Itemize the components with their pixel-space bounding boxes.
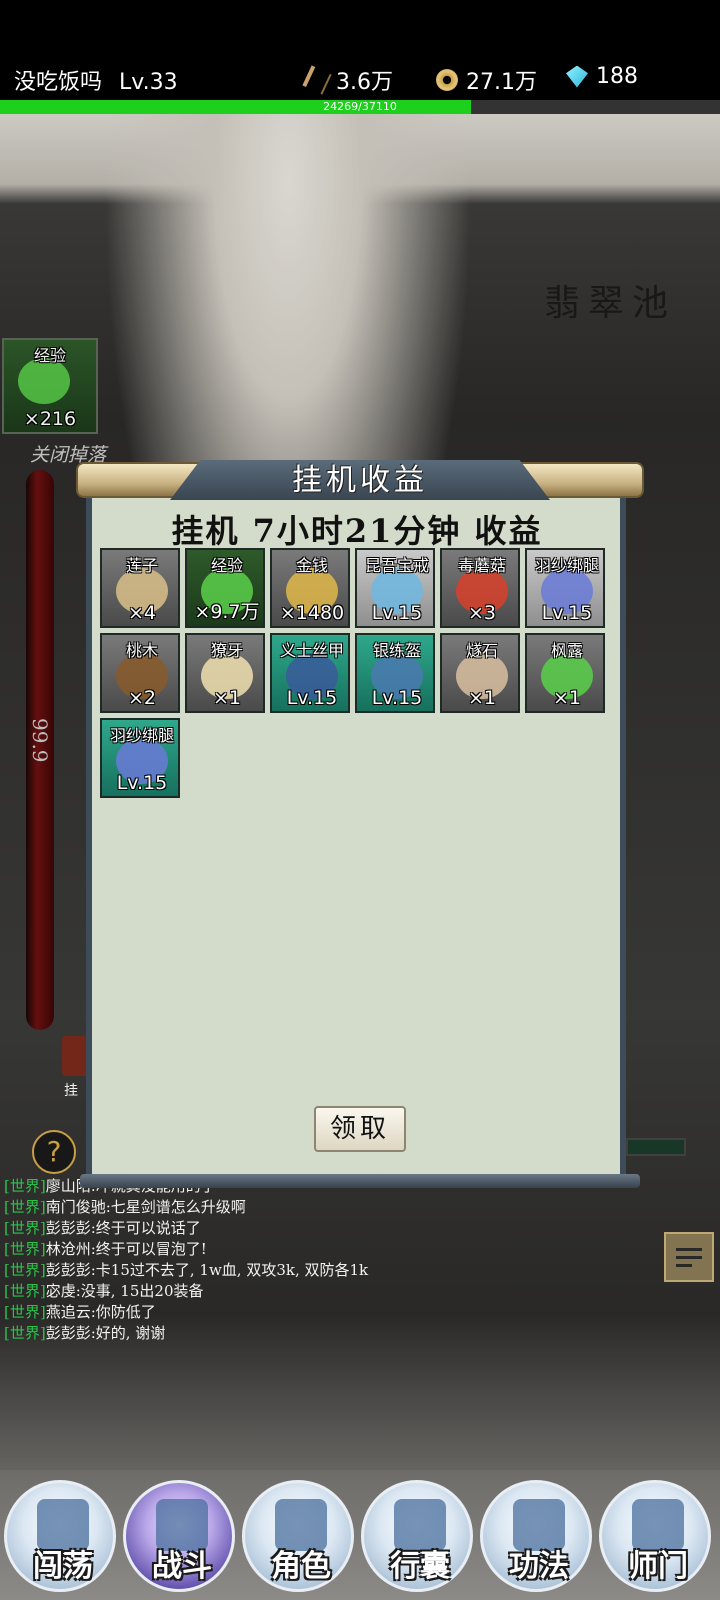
reward-item-count: ×2	[127, 687, 156, 709]
reward-item[interactable]: 燧石 ×1	[440, 633, 520, 713]
reward-item-name: 莲子	[125, 556, 158, 575]
exp-text: 24269/37110	[323, 100, 397, 113]
reward-item-name: 义士丝甲	[279, 641, 344, 660]
reward-item[interactable]: 桃木 ×2	[100, 633, 180, 713]
reward-item-count: ×1	[212, 687, 241, 709]
nav-button[interactable]: 战斗	[123, 1480, 235, 1592]
reward-item-count: ×3	[467, 602, 496, 624]
reward-item-count: Lv.15	[541, 602, 593, 624]
nav-button[interactable]: 功法	[480, 1480, 592, 1592]
status-bar: 没吃饭吗 Lv.33 3.6万 27.1万 188	[0, 0, 720, 100]
nav-label: 角色	[271, 1549, 331, 1584]
coin-value: 27.1万	[466, 70, 537, 95]
nav-label: 功法	[509, 1549, 569, 1584]
reward-item-name: 燧石	[465, 641, 498, 660]
exp-bar: 24269/37110	[0, 100, 720, 114]
gem-value: 188	[596, 64, 638, 89]
modal-title: 挂机收益	[292, 463, 428, 498]
reward-item-name: 枫露	[550, 641, 583, 660]
nav-button[interactable]: 闯荡	[4, 1480, 116, 1592]
reward-item[interactable]: 羽纱绑腿 Lv.15	[100, 718, 180, 798]
nav-button[interactable]: 师门	[599, 1480, 711, 1592]
reward-item-name: 金钱	[295, 556, 328, 575]
nav-label: 师门	[628, 1549, 688, 1584]
nav-label: 战斗	[152, 1549, 212, 1584]
nav-label: 行囊	[390, 1549, 450, 1584]
reward-item[interactable]: 莲子 ×4	[100, 548, 180, 628]
reward-item[interactable]: 昆吾宝戒 Lv.15	[355, 548, 435, 628]
claim-button[interactable]: 领取	[314, 1106, 406, 1152]
reward-item-count: Lv.15	[116, 772, 168, 794]
coin-resource[interactable]: 27.1万	[436, 64, 537, 96]
reward-item[interactable]: 经验 ×9.7万	[185, 548, 265, 628]
bottom-nav: 闯荡 战斗 角色 行囊 功法 师门	[0, 1470, 720, 1600]
reward-item[interactable]: 羽纱绑腿 Lv.15	[525, 548, 605, 628]
reward-item[interactable]: 金钱 ×1480	[270, 548, 350, 628]
reward-item-count: Lv.15	[371, 602, 423, 624]
power-value: 3.6万	[336, 70, 393, 95]
nav-button[interactable]: 行囊	[361, 1480, 473, 1592]
reward-item[interactable]: 银练盔 Lv.15	[355, 633, 435, 713]
player-info[interactable]: 没吃饭吗 Lv.33	[14, 64, 178, 96]
idle-duration-text: 挂机 7小时21分钟 收益	[171, 512, 543, 550]
reward-item-name: 毒蘑菇	[457, 556, 506, 575]
power-resource[interactable]: 3.6万	[302, 64, 393, 96]
reward-item-name: 羽纱绑腿	[534, 556, 599, 575]
reward-item-count: Lv.15	[286, 687, 338, 709]
reward-item[interactable]: 毒蘑菇 ×3	[440, 548, 520, 628]
reward-item[interactable]: 獠牙 ×1	[185, 633, 265, 713]
scroll-bottom-rod	[80, 1174, 640, 1188]
reward-item-name: 桃木	[125, 641, 158, 660]
reward-item-count: ×4	[127, 602, 156, 624]
reward-item-count: ×1	[467, 687, 496, 709]
reward-item-count: Lv.15	[371, 687, 423, 709]
nav-button[interactable]: 角色	[242, 1480, 354, 1592]
reward-item-name: 经验	[210, 556, 243, 575]
coin-icon	[436, 69, 458, 91]
reward-item[interactable]: 枫露 ×1	[525, 633, 605, 713]
gem-resource[interactable]: 188	[566, 64, 638, 89]
reward-item-count: ×1	[552, 687, 581, 709]
reward-item-name: 獠牙	[210, 641, 243, 660]
sword-icon	[302, 65, 332, 95]
reward-item-name: 昆吾宝戒	[364, 556, 429, 575]
player-name: 没吃饭吗	[14, 70, 103, 95]
reward-item-name: 银练盔	[372, 641, 421, 660]
player-level: Lv.33	[119, 70, 178, 95]
gem-icon	[566, 65, 588, 88]
reward-item-count: ×1480	[279, 602, 345, 624]
reward-item-name: 羽纱绑腿	[109, 726, 174, 745]
reward-item-count: ×9.7万	[194, 601, 260, 623]
nav-label: 闯荡	[33, 1549, 93, 1584]
reward-item[interactable]: 义士丝甲 Lv.15	[270, 633, 350, 713]
